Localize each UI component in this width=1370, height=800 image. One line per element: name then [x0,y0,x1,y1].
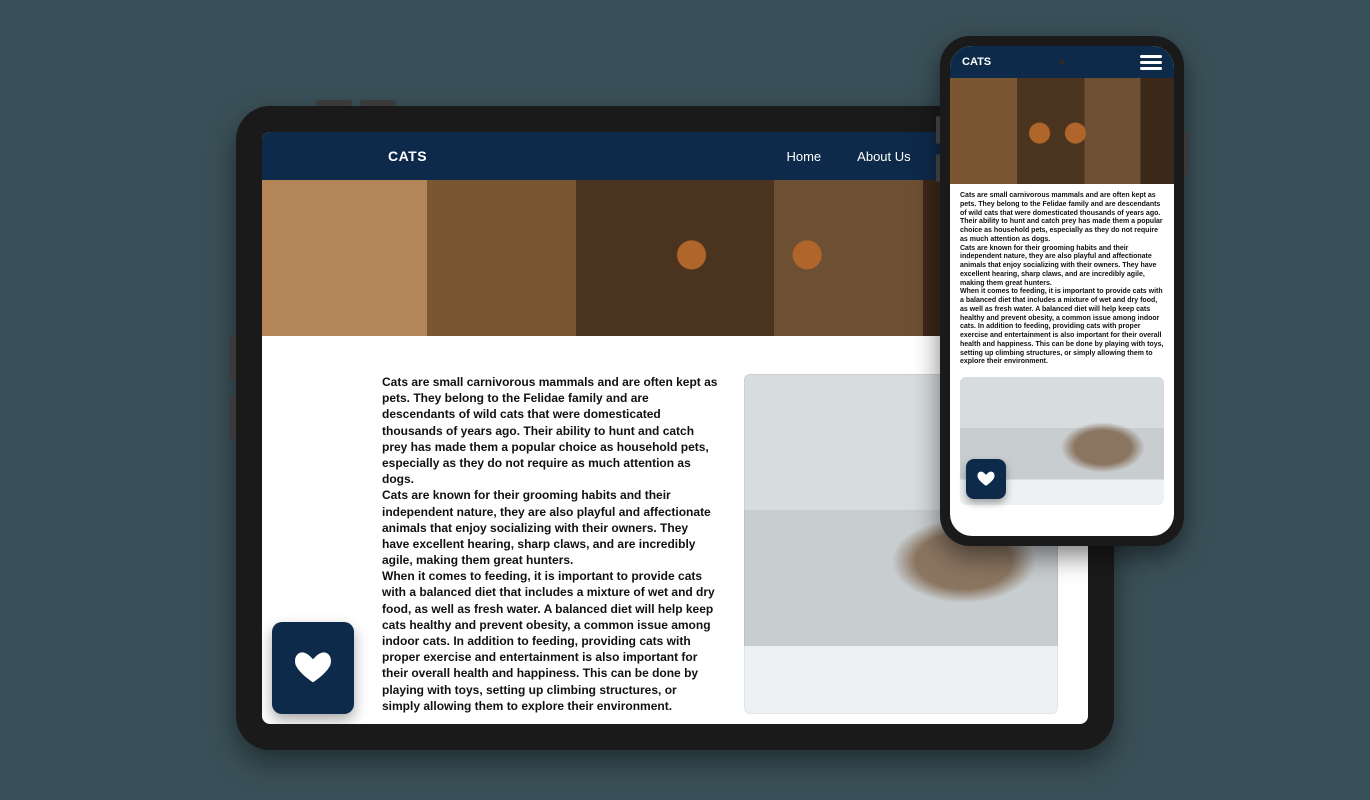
heart-icon [294,649,332,687]
hamburger-icon [1140,55,1162,58]
article-paragraph-3: When it comes to feeding, it is importan… [960,288,1164,367]
article-text: Cats are small carnivorous mammals and a… [382,374,718,714]
article-text: Cats are small carnivorous mammals and a… [950,184,1174,373]
menu-button[interactable] [1140,52,1162,73]
phone-hero-image [950,78,1174,184]
tablet-power-button [316,100,352,106]
tablet-volume-up-button [230,334,236,380]
site-logo[interactable]: CATS [962,56,991,68]
tablet-volume-down-button [230,394,236,440]
article-paragraph-1: Cats are small carnivorous mammals and a… [960,192,1164,245]
phone-power-button [1184,132,1188,176]
nav-link-about[interactable]: About Us [857,149,910,164]
article-paragraph-1: Cats are small carnivorous mammals and a… [382,374,718,487]
article-paragraph-2: Cats are known for their grooming habits… [382,487,718,568]
tablet-side-button [360,100,396,106]
phone-screen: CATS Cats are small carnivorous mammals … [950,46,1174,536]
phone-device-frame: CATS Cats are small carnivorous mammals … [940,36,1184,546]
phone-volume-up-button [936,116,940,144]
article-side-image [960,377,1164,505]
favorite-button[interactable] [272,622,354,714]
article-paragraph-2: Cats are known for their grooming habits… [960,245,1164,289]
favorite-button[interactable] [966,459,1006,499]
phone-volume-down-button [936,154,940,182]
heart-icon [977,470,995,488]
site-logo[interactable]: CATS [388,148,427,164]
phone-header: CATS [950,46,1174,78]
article-paragraph-3: When it comes to feeding, it is importan… [382,568,718,714]
nav-link-home[interactable]: Home [786,149,821,164]
phone-camera-dot [1059,59,1065,65]
